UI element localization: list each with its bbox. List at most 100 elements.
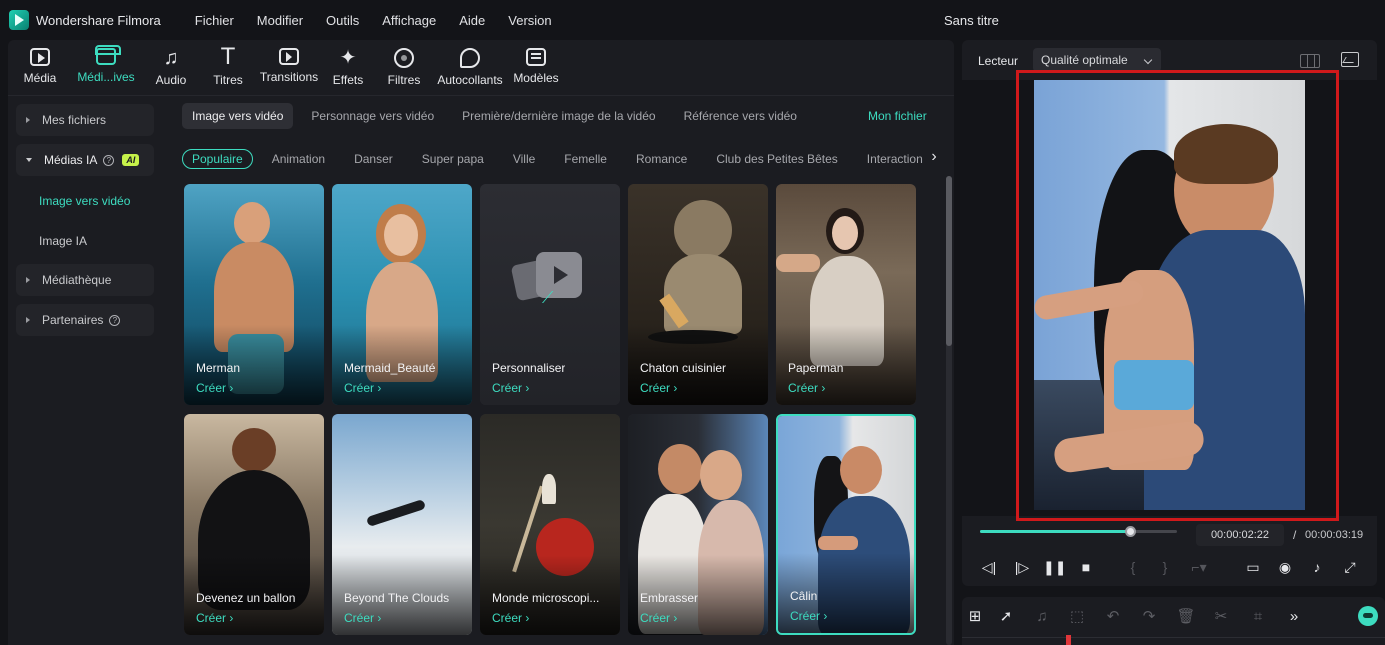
template-card-mermaid[interactable]: Mermaid_Beauté Créer ›: [332, 184, 472, 405]
menu-fichier[interactable]: Fichier: [195, 13, 234, 28]
create-button[interactable]: Créer ›: [640, 611, 677, 625]
menu-aide[interactable]: Aide: [459, 13, 485, 28]
tab-stickers-label: Autocollants: [437, 73, 503, 87]
create-button[interactable]: Créer ›: [344, 611, 381, 625]
delete-icon[interactable]: 🗑: [1175, 607, 1197, 627]
tab-media[interactable]: Média: [22, 48, 58, 92]
pause-icon[interactable]: ❚❚: [1043, 557, 1066, 577]
previous-frame-icon[interactable]: ◁|: [978, 557, 1000, 577]
crop-ai-icon[interactable]: ⬚: [1066, 607, 1088, 627]
template-card-hug[interactable]: Câlin Créer ›: [776, 414, 916, 635]
current-time[interactable]: 00:00:02:22: [1196, 524, 1284, 546]
mute-icon[interactable]: ♪: [1306, 557, 1328, 577]
tab-titles[interactable]: Titres: [212, 48, 244, 92]
tab-effects[interactable]: Effets: [331, 48, 365, 92]
split-icon[interactable]: ✂: [1210, 607, 1232, 627]
template-card-cooking-kitten[interactable]: Chaton cuisinier Créer ›: [628, 184, 768, 405]
category-interaction[interactable]: Interaction: [857, 149, 933, 169]
card-title: Devenez un ballon: [196, 591, 296, 605]
tab-filters[interactable]: Filtres: [387, 48, 421, 92]
category-super-papa[interactable]: Super papa: [412, 149, 494, 169]
store-icon: [95, 45, 121, 65]
progress-handle[interactable]: [1124, 526, 1136, 537]
create-button[interactable]: Créer ›: [788, 381, 825, 395]
filmora-logo-icon: [9, 10, 29, 30]
template-card-kiss[interactable]: Embrasser Créer ›: [628, 414, 768, 635]
crop-icon[interactable]: ⌗: [1247, 607, 1269, 627]
snapshot-icon[interactable]: ◉: [1274, 557, 1296, 577]
menu-modifier[interactable]: Modifier: [257, 13, 303, 28]
grid-scrollbar[interactable]: [946, 176, 952, 645]
sidebar-item-image-to-video[interactable]: Image vers vidéo: [39, 194, 130, 208]
sidebar-label-partners: Partenaires: [42, 313, 104, 327]
display-settings-icon[interactable]: ▭: [1242, 557, 1264, 577]
player-label: Lecteur: [978, 54, 1019, 68]
template-card-customize[interactable]: ⟋ Personnaliser Créer ›: [480, 184, 620, 405]
stop-icon[interactable]: ■: [1075, 557, 1097, 577]
chevron-right-icon[interactable]: ›: [923, 146, 945, 170]
tab-stickers[interactable]: Autocollants: [435, 48, 505, 92]
template-card-merman[interactable]: Merman Créer ›: [184, 184, 324, 405]
category-romance[interactable]: Romance: [626, 149, 697, 169]
category-populaire[interactable]: Populaire: [182, 149, 253, 169]
undo-icon[interactable]: ↶: [1102, 607, 1124, 627]
create-button[interactable]: Créer ›: [640, 381, 677, 395]
fullscreen-icon[interactable]: ⤢: [1339, 557, 1361, 577]
tab-image-to-video[interactable]: Image vers vidéo: [182, 103, 294, 129]
help-icon[interactable]: ?: [103, 154, 115, 166]
sidebar-item-library[interactable]: Médiathèque: [16, 264, 154, 296]
tab-first-last-frame[interactable]: Première/dernière image de la vidéo: [452, 103, 665, 129]
playback-progress-bar[interactable]: [980, 526, 1177, 537]
tab-templates[interactable]: Modèles: [511, 48, 561, 92]
time-separator: /: [1293, 528, 1297, 542]
mark-out-icon[interactable]: }: [1154, 557, 1176, 577]
template-card-paperman[interactable]: Paperman Créer ›: [776, 184, 916, 405]
create-button[interactable]: Créer ›: [492, 381, 529, 395]
tab-audio[interactable]: Audio: [154, 48, 188, 92]
tab-reference-to-video[interactable]: Référence vers vidéo: [674, 103, 807, 129]
create-button[interactable]: Créer ›: [344, 381, 381, 395]
menu-version[interactable]: Version: [508, 13, 551, 28]
my-file-link[interactable]: Mon fichier: [868, 109, 927, 123]
category-ville[interactable]: Ville: [503, 149, 545, 169]
ai-assistant-icon[interactable]: [1358, 606, 1378, 626]
category-femelle[interactable]: Femelle: [554, 149, 617, 169]
category-club-petites-betes[interactable]: Club des Petites Bêtes: [706, 149, 847, 169]
video-scope-icon[interactable]: [1341, 52, 1359, 67]
sidebar-item-my-files[interactable]: Mes fichiers: [16, 104, 154, 136]
category-animation[interactable]: Animation: [262, 149, 335, 169]
category-danser[interactable]: Danser: [344, 149, 403, 169]
create-button[interactable]: Créer ›: [492, 611, 529, 625]
playhead-marker[interactable]: [1066, 635, 1071, 645]
marker-dropdown-icon[interactable]: ⌐▾: [1188, 557, 1210, 577]
playback-quality-dropdown[interactable]: Qualité optimale: [1033, 48, 1161, 72]
template-card-micro-world[interactable]: Monde microscopi... Créer ›: [480, 414, 620, 635]
sidebar-item-image-ai[interactable]: Image IA: [39, 234, 87, 248]
sidebar-item-ai-media[interactable]: Médias IA ? AI: [16, 144, 154, 176]
template-card-beyond-clouds[interactable]: Beyond The Clouds Créer ›: [332, 414, 472, 635]
redo-icon[interactable]: ↷: [1138, 607, 1160, 627]
mark-in-icon[interactable]: {: [1122, 557, 1144, 577]
tab-character-to-video[interactable]: Personnage vers vidéo: [301, 103, 444, 129]
layout-icon[interactable]: ⊞: [964, 607, 986, 627]
layout-grid-icon[interactable]: [1300, 54, 1320, 68]
template-card-balloon[interactable]: Devenez un ballon Créer ›: [184, 414, 324, 635]
menu-outils[interactable]: Outils: [326, 13, 359, 28]
create-button[interactable]: Créer ›: [196, 381, 233, 395]
template-grid: Merman Créer › Mermaid_Beauté Créer › ⟋ …: [184, 184, 924, 645]
audio-tool-icon[interactable]: ♫: [1031, 607, 1053, 627]
card-title: Câlin: [790, 589, 818, 603]
create-button[interactable]: Créer ›: [196, 611, 233, 625]
menu-affichage[interactable]: Affichage: [382, 13, 436, 28]
next-frame-icon[interactable]: |▷: [1011, 557, 1033, 577]
expand-arrow-icon: [26, 317, 30, 323]
create-button[interactable]: Créer ›: [790, 609, 827, 623]
tab-effects-label: Effets: [332, 73, 364, 87]
more-tools-icon[interactable]: »: [1283, 607, 1305, 627]
tab-creative-media-label: Médi...ives: [77, 70, 135, 84]
help-icon[interactable]: ?: [109, 314, 121, 326]
select-tool-icon[interactable]: ➚: [995, 607, 1017, 627]
sidebar-item-partners[interactable]: Partenaires ?: [16, 304, 154, 336]
tab-transitions[interactable]: Transitions: [259, 48, 319, 92]
tab-creative-media[interactable]: Médi...ives: [76, 45, 136, 92]
